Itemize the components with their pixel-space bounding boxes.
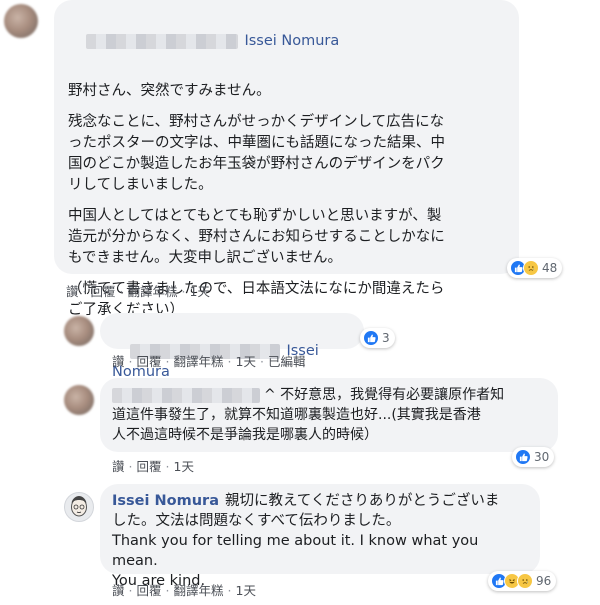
comment-1-reaction-count: 48	[542, 261, 558, 275]
reply-link[interactable]: 回覆	[137, 354, 162, 369]
translate-link[interactable]: 翻譯年糕	[174, 354, 224, 369]
like-icon	[515, 449, 531, 465]
comment-3-bubble: ^ 不好意思，我覺得有必要讓原作者知 道這件事發生了，就算不知道哪裏製造也好..…	[100, 378, 558, 452]
comment-1-bubble: Issei Nomura 野村さん、突然ですみません。 残念なことに、野村さんが…	[54, 0, 519, 318]
edited-label[interactable]: 已編輯	[268, 354, 306, 369]
translate-link[interactable]: 翻譯年糕	[128, 284, 178, 299]
timestamp[interactable]: 1天	[174, 459, 194, 474]
reply-link[interactable]: 回覆	[91, 284, 116, 299]
comment-1-actions: 讚 · 回覆 · 翻譯年糕 · 1天	[66, 284, 210, 299]
like-link[interactable]: 讚	[112, 354, 125, 369]
redacted-name-3	[112, 387, 260, 403]
like-icon	[363, 330, 379, 346]
comment-1-paragraph-1: 野村さん、突然ですみません。	[68, 83, 271, 99]
reply-link[interactable]: 回覆	[137, 459, 162, 474]
timestamp[interactable]: 1天	[236, 583, 256, 598]
comment-2-reactions[interactable]: 3	[360, 328, 395, 348]
comment-2-reaction-count: 3	[382, 331, 390, 345]
like-link[interactable]: 讚	[112, 459, 125, 474]
comment-4-reactions[interactable]: 96	[488, 571, 557, 591]
commenter-1-avatar[interactable]	[4, 4, 38, 38]
comment-3-reactions[interactable]: 30	[512, 447, 555, 467]
timestamp[interactable]: 1天	[236, 354, 256, 369]
comment-3-reaction-count: 30	[534, 450, 550, 464]
translate-link[interactable]: 翻譯年糕	[174, 583, 224, 598]
issei-nomura-avatar[interactable]	[64, 492, 94, 522]
sad-icon	[523, 260, 539, 276]
like-link[interactable]: 讚	[112, 583, 125, 598]
author-name-issei-nomura[interactable]: Issei Nomura	[112, 493, 219, 509]
commenter-2-avatar[interactable]	[64, 316, 94, 346]
comment-1-reactions[interactable]: 48	[507, 258, 563, 278]
reply-link[interactable]: 回覆	[137, 583, 162, 598]
comment-4-bubble: Issei Nomura 親切に教えてくださりありがとうございま した。文法は問題…	[100, 484, 540, 589]
commenter-3-avatar[interactable]	[64, 385, 94, 415]
sad-icon	[517, 573, 533, 589]
comment-2-actions: 讚 · 回覆 · 翻譯年糕 · 1天 · 已編輯	[112, 354, 306, 369]
like-link[interactable]: 讚	[66, 284, 79, 299]
timestamp[interactable]: 1天	[190, 284, 210, 299]
comment-4-reaction-count: 96	[536, 574, 552, 588]
comment-1-paragraph-2: 残念なことに、野村さんがせっかくデザインして広告にな ったポスターの文字は、中華…	[68, 114, 445, 193]
comment-3-actions: 讚 · 回覆 · 1天	[112, 459, 194, 474]
comment-4-actions: 讚 · 回覆 · 翻譯年糕 · 1天	[112, 583, 256, 598]
mention-issei-nomura[interactable]: Issei Nomura	[244, 33, 339, 49]
redacted-name-1	[86, 33, 239, 49]
comment-2-bubble: Issei Nomura	[100, 313, 364, 380]
comment-1-paragraph-3: 中国人としてはとてもとても恥ずかしいと思いますが、製 造元が分からなく、野村さん…	[68, 208, 445, 266]
